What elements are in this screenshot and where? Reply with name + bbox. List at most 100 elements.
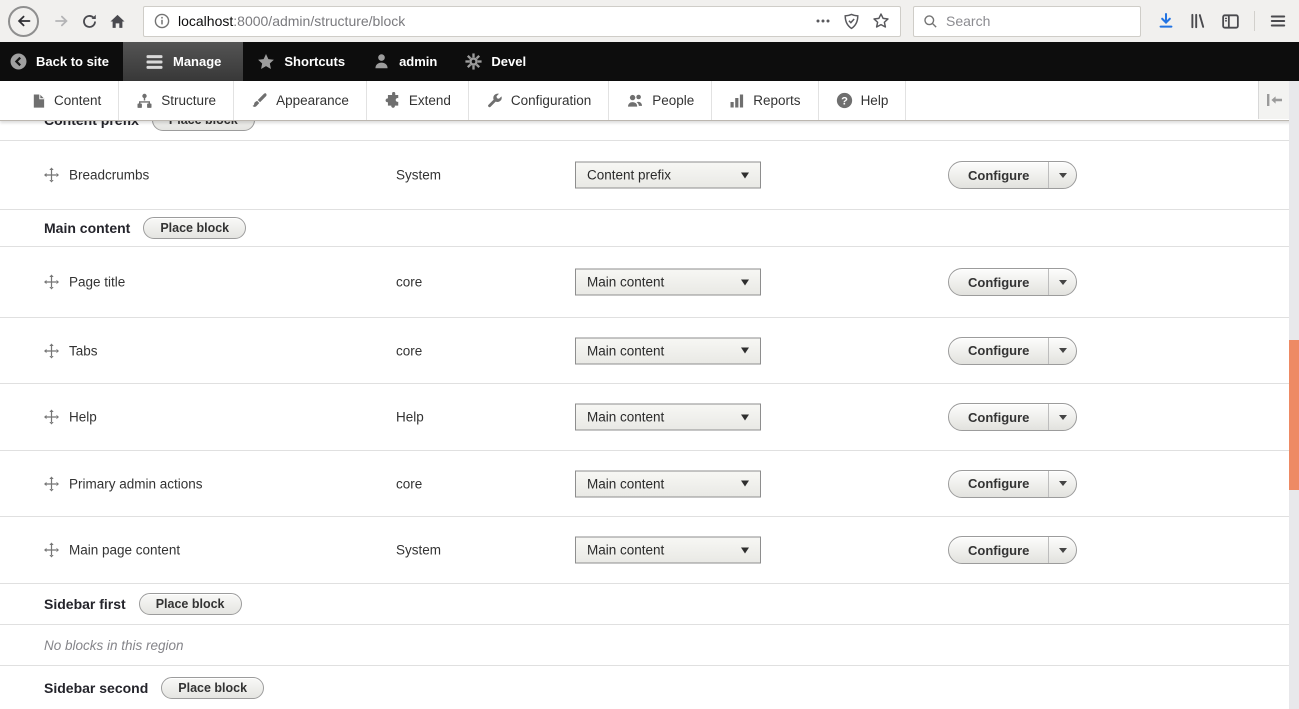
puzzle-icon [384,92,401,109]
manage-menu-button[interactable]: Manage [123,42,243,81]
forward-button[interactable] [47,7,75,35]
tab-structure[interactable]: Structure [119,81,234,120]
configure-dropdown-toggle[interactable] [1049,269,1076,295]
configure-split-button[interactable]: Configure [948,337,1077,365]
sitemap-icon [136,93,153,109]
info-icon[interactable] [154,13,170,29]
home-button[interactable] [103,7,131,35]
configure-dropdown-toggle[interactable] [1049,404,1076,430]
configure-button[interactable]: Configure [949,537,1049,563]
wrench-icon [486,92,503,109]
block-title: Main page content [69,543,180,558]
drag-handle-icon[interactable] [44,543,59,558]
star-icon [257,53,275,71]
admin-user-label: admin [399,54,437,69]
block-title: Tabs [69,343,98,358]
tab-extend[interactable]: Extend [367,81,469,120]
region-select[interactable]: Main content [575,470,761,497]
tab-configuration-label: Configuration [511,93,591,108]
block-title: Page title [69,275,125,290]
tab-people[interactable]: People [609,81,712,120]
chevron-down-icon [741,481,749,487]
place-block-button[interactable]: Place block [139,593,242,615]
region-title: Sidebar first [44,596,126,612]
place-block-button[interactable]: Place block [143,217,246,239]
user-icon [373,53,390,70]
scrollbar-thumb[interactable] [1289,340,1299,490]
url-host: localhost [178,13,233,29]
chevron-down-icon [1059,415,1067,420]
shortcuts-button[interactable]: Shortcuts [243,42,359,81]
configure-dropdown-toggle[interactable] [1049,537,1076,563]
configure-split-button[interactable]: Configure [948,268,1077,296]
place-block-button[interactable]: Place block [152,121,255,131]
drag-handle-icon[interactable] [44,168,59,183]
drag-handle-icon[interactable] [44,410,59,425]
block-category: core [396,275,422,290]
bookmark-star-icon[interactable] [872,12,890,30]
help-icon: ? [836,92,853,109]
downloads-icon[interactable] [1157,12,1175,30]
configure-split-button[interactable]: Configure [948,161,1077,189]
block-category: core [396,343,422,358]
tab-reports[interactable]: Reports [712,81,818,120]
block-category: core [396,476,422,491]
chevron-down-icon [741,348,749,354]
empty-region-message: No blocks in this region [44,638,184,653]
page-actions-icon[interactable] [815,13,831,29]
browser-toolbar: localhost:8000/admin/structure/block Sea… [0,0,1299,42]
region-header-content-prefix: Content prefix Place block [0,121,1289,141]
toolbar-orientation-toggle[interactable] [1258,81,1289,119]
devel-button[interactable]: Devel [451,42,540,81]
region-select[interactable]: Main content [575,269,761,296]
region-select[interactable]: Main content [575,537,761,564]
block-title: Help [69,410,97,425]
admin-tab-bar: Content Structure Appearance Extend Conf… [0,81,1299,121]
configure-button[interactable]: Configure [949,162,1049,188]
drag-handle-icon[interactable] [44,343,59,358]
search-input[interactable]: Search [913,6,1141,37]
tab-help[interactable]: ? Help [819,81,907,120]
region-header-sidebar-first: Sidebar first Place block [0,584,1289,625]
tab-content[interactable]: Content [14,81,119,120]
configure-dropdown-toggle[interactable] [1049,471,1076,497]
library-icon[interactable] [1189,12,1207,30]
back-to-site-button[interactable]: Back to site [0,42,123,81]
region-select-value: Main content [587,410,664,425]
region-title: Content prefix [44,121,139,128]
reload-button[interactable] [75,7,103,35]
menu-hamburger-icon[interactable] [1269,12,1287,30]
region-title: Main content [44,220,130,236]
configure-split-button[interactable]: Configure [948,403,1077,431]
region-title: Sidebar second [44,680,148,696]
chevron-down-icon [741,414,749,420]
configure-split-button[interactable]: Configure [948,536,1077,564]
shield-icon[interactable] [843,13,860,30]
configure-dropdown-toggle[interactable] [1049,338,1076,364]
configure-button[interactable]: Configure [949,269,1049,295]
chevron-down-icon [1059,481,1067,486]
url-bar[interactable]: localhost:8000/admin/structure/block [143,6,901,37]
configure-button[interactable]: Configure [949,404,1049,430]
toolbar-separator [1254,11,1255,31]
table-row-tabs: Tabs core Main content Configure [0,318,1289,384]
scrollbar-track[interactable] [1289,81,1299,709]
sidebars-icon[interactable] [1221,12,1240,31]
admin-user-button[interactable]: admin [359,42,451,81]
url-text[interactable]: localhost:8000/admin/structure/block [178,13,405,29]
configure-button[interactable]: Configure [949,471,1049,497]
configure-split-button[interactable]: Configure [948,470,1077,498]
tab-appearance[interactable]: Appearance [234,81,367,120]
back-button[interactable] [8,6,39,37]
tab-structure-label: Structure [161,93,216,108]
region-select[interactable]: Main content [575,337,761,364]
region-select[interactable]: Content prefix [575,162,761,189]
drag-handle-icon[interactable] [44,476,59,491]
configure-button[interactable]: Configure [949,338,1049,364]
tab-configuration[interactable]: Configuration [469,81,609,120]
place-block-button[interactable]: Place block [161,677,264,699]
drag-handle-icon[interactable] [44,275,59,290]
region-select[interactable]: Main content [575,404,761,431]
configure-dropdown-toggle[interactable] [1049,162,1076,188]
document-icon [31,93,46,109]
